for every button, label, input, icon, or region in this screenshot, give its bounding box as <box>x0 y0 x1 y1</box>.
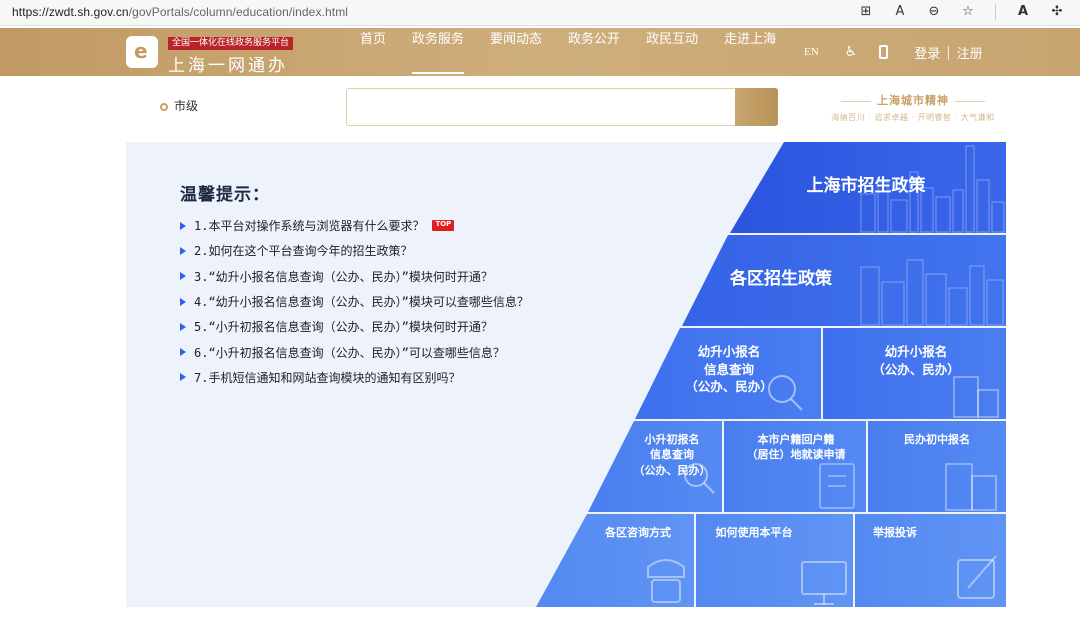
tile-line: 本市户籍回户籍 <box>757 433 835 446</box>
mobile-icon[interactable] <box>879 45 889 59</box>
tile-private-junior[interactable]: 民办初中报名 <box>878 432 996 447</box>
nav-home[interactable]: 首页 <box>360 28 386 76</box>
tile-kindergarten-query[interactable]: 幼升小报名 信息查询 （公办、民办） <box>674 343 784 396</box>
nav-gov-open[interactable]: 政务公开 <box>568 28 620 76</box>
tile-how-to-use[interactable]: 如何使用本平台 <box>700 525 808 540</box>
city-slogan: 上海城市精神 海纳百川 · 追求卓越 · 开明睿智 · 大气谦和 <box>820 92 1006 123</box>
location-label: 市级 <box>174 99 199 113</box>
location-pin-icon <box>160 102 168 111</box>
toolbar-divider <box>995 4 996 20</box>
search-button[interactable] <box>735 88 778 126</box>
register-link[interactable]: 注册 <box>957 43 983 62</box>
tile-district-contact[interactable]: 各区咨询方式 <box>584 525 692 540</box>
extensions-icon[interactable]: ✣ <box>1048 3 1066 21</box>
url-path: /govPortals/column/education/index.html <box>128 5 349 19</box>
logo-title[interactable]: 上海一网通办 <box>168 51 288 76</box>
header-actions: EN ♿ 登录 | 注册 <box>804 28 983 76</box>
logo-subtitle: 全国一体化在线政务服务平台 <box>168 37 294 50</box>
main-nav: 首页 政务服务 要闻动态 政务公开 政民互动 走进上海 <box>360 28 802 76</box>
tile-hukou-application[interactable]: 本市户籍回户籍 （居住）地就读申请 <box>730 432 862 463</box>
browser-toolbar: ⊞ A ⊖ ☆ A ✣ <box>857 3 1066 21</box>
zoom-icon[interactable]: ⊖ <box>925 3 943 21</box>
nav-gov-services[interactable]: 政务服务 <box>412 28 465 76</box>
tile-line: （公办、民办） <box>633 463 711 477</box>
nav-news[interactable]: 要闻动态 <box>490 28 542 76</box>
tile-line: 幼升小报名 <box>884 344 948 359</box>
language-switch[interactable]: EN <box>804 46 819 58</box>
slogan-subtitle: 海纳百川 · 追求卓越 · 开明睿智 · 大气谦和 <box>831 113 995 122</box>
slogan-title: 上海城市精神 <box>820 92 1006 108</box>
nav-interaction[interactable]: 政民互动 <box>646 28 698 76</box>
address-url[interactable]: https://zwdt.sh.gov.cn/govPortals/column… <box>12 5 348 19</box>
tile-kindergarten-signup[interactable]: 幼升小报名 （公办、民办） <box>861 343 971 378</box>
ai-icon[interactable]: A <box>1014 3 1032 21</box>
location-selector[interactable]: 市级 <box>160 97 198 114</box>
browser-address-bar: https://zwdt.sh.gov.cn/govPortals/column… <box>0 0 1080 26</box>
grid-icon[interactable]: ⊞ <box>857 3 875 21</box>
tile-primary-query[interactable]: 小升初报名 信息查询 （公办、民办） <box>622 432 722 478</box>
favorites-icon[interactable]: ☆ <box>959 3 977 21</box>
tile-line: （公办、民办） <box>872 361 960 377</box>
login-link[interactable]: 登录 <box>914 43 940 62</box>
read-aloud-icon[interactable]: A <box>891 3 909 21</box>
tile-line: （居住）地就读申请 <box>746 448 846 462</box>
tile-line: 信息查询 <box>703 361 754 377</box>
accessibility-icon[interactable]: ♿ <box>845 44 858 60</box>
tile-complaint[interactable]: 举报投诉 <box>855 525 935 540</box>
site-header: e 全国一体化在线政务服务平台 上海一网通办 首页 政务服务 要闻动态 政务公开… <box>0 28 1080 76</box>
url-host: https://zwdt.sh.gov.cn <box>12 5 129 19</box>
tile-shanghai-policy[interactable]: 上海市招生政策 <box>766 175 966 199</box>
tile-district-policy[interactable]: 各区招生政策 <box>706 268 856 292</box>
tile-line: （公办、民办） <box>685 379 773 394</box>
nav-about-shanghai[interactable]: 走进上海 <box>724 28 776 76</box>
login-divider: | <box>946 44 951 60</box>
tile-line: 幼升小报名 <box>697 344 761 359</box>
education-panel: 温馨提示： 1.本平台对操作系统与浏览器有什么要求？ TOP 2.如何在这个平台查… <box>126 142 1006 607</box>
logo-icon[interactable]: e <box>126 36 158 68</box>
tile-line: 信息查询 <box>650 448 694 462</box>
tile-line: 小升初报名 <box>644 433 700 446</box>
search-input[interactable] <box>346 88 736 126</box>
